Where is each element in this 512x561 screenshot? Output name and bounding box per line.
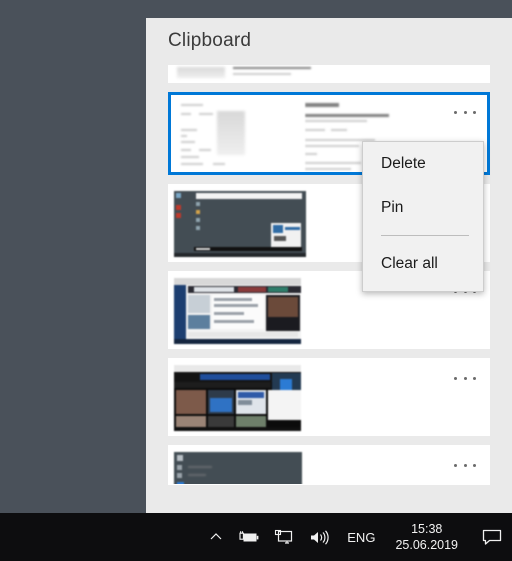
show-hidden-icons-button[interactable] <box>201 513 231 561</box>
context-menu-item-pin[interactable]: Pin <box>363 186 483 230</box>
taskbar: ENG 15:38 25.06.2019 <box>0 513 512 561</box>
list-item[interactable] <box>168 65 490 83</box>
volume-speaker-icon <box>308 529 330 546</box>
battery-charging-icon <box>238 529 260 545</box>
chevron-up-icon <box>208 529 224 545</box>
dot-icon <box>454 463 457 467</box>
volume-button[interactable] <box>301 513 337 561</box>
clipboard-thumbnail <box>175 99 301 172</box>
clipboard-thumbnail <box>174 452 302 484</box>
list-item[interactable] <box>168 358 490 436</box>
clipboard-thumbnail <box>174 191 306 257</box>
dot-icon <box>473 110 476 114</box>
context-menu-separator <box>381 235 469 236</box>
context-menu-item-clear-all[interactable]: Clear all <box>363 242 483 286</box>
display-projection-icon <box>274 529 294 546</box>
dot-icon <box>463 376 467 380</box>
clipboard-item-context-menu[interactable]: Delete Pin Clear all <box>362 141 484 292</box>
action-center-icon <box>481 527 503 547</box>
desktop-screen: Clipboard Delete Pin Clear all ENG 15:38… <box>0 0 512 561</box>
battery-button[interactable] <box>231 513 267 561</box>
action-center-button[interactable] <box>472 513 512 561</box>
clock-time: 15:38 <box>411 522 443 536</box>
dot-icon <box>454 376 457 380</box>
clipboard-thumbnail <box>174 365 301 431</box>
dot-icon <box>473 463 476 467</box>
page-title: Clipboard <box>168 30 252 51</box>
dot-icon <box>473 376 476 380</box>
list-item[interactable] <box>168 445 490 485</box>
dot-icon <box>454 110 457 114</box>
system-tray: ENG 15:38 25.06.2019 <box>201 513 512 561</box>
item-more-options-button[interactable] <box>454 371 476 385</box>
dot-icon <box>463 110 467 114</box>
display-projection-button[interactable] <box>267 513 301 561</box>
language-indicator[interactable]: ENG <box>337 513 385 561</box>
context-menu-item-delete[interactable]: Delete <box>363 142 483 186</box>
clock-button[interactable]: 15:38 25.06.2019 <box>385 513 472 561</box>
item-more-options-button[interactable] <box>454 105 476 119</box>
clipboard-thumbnail <box>174 278 301 344</box>
item-more-options-button[interactable] <box>454 458 476 472</box>
clock-date: 25.06.2019 <box>395 538 458 552</box>
dot-icon <box>463 463 467 467</box>
